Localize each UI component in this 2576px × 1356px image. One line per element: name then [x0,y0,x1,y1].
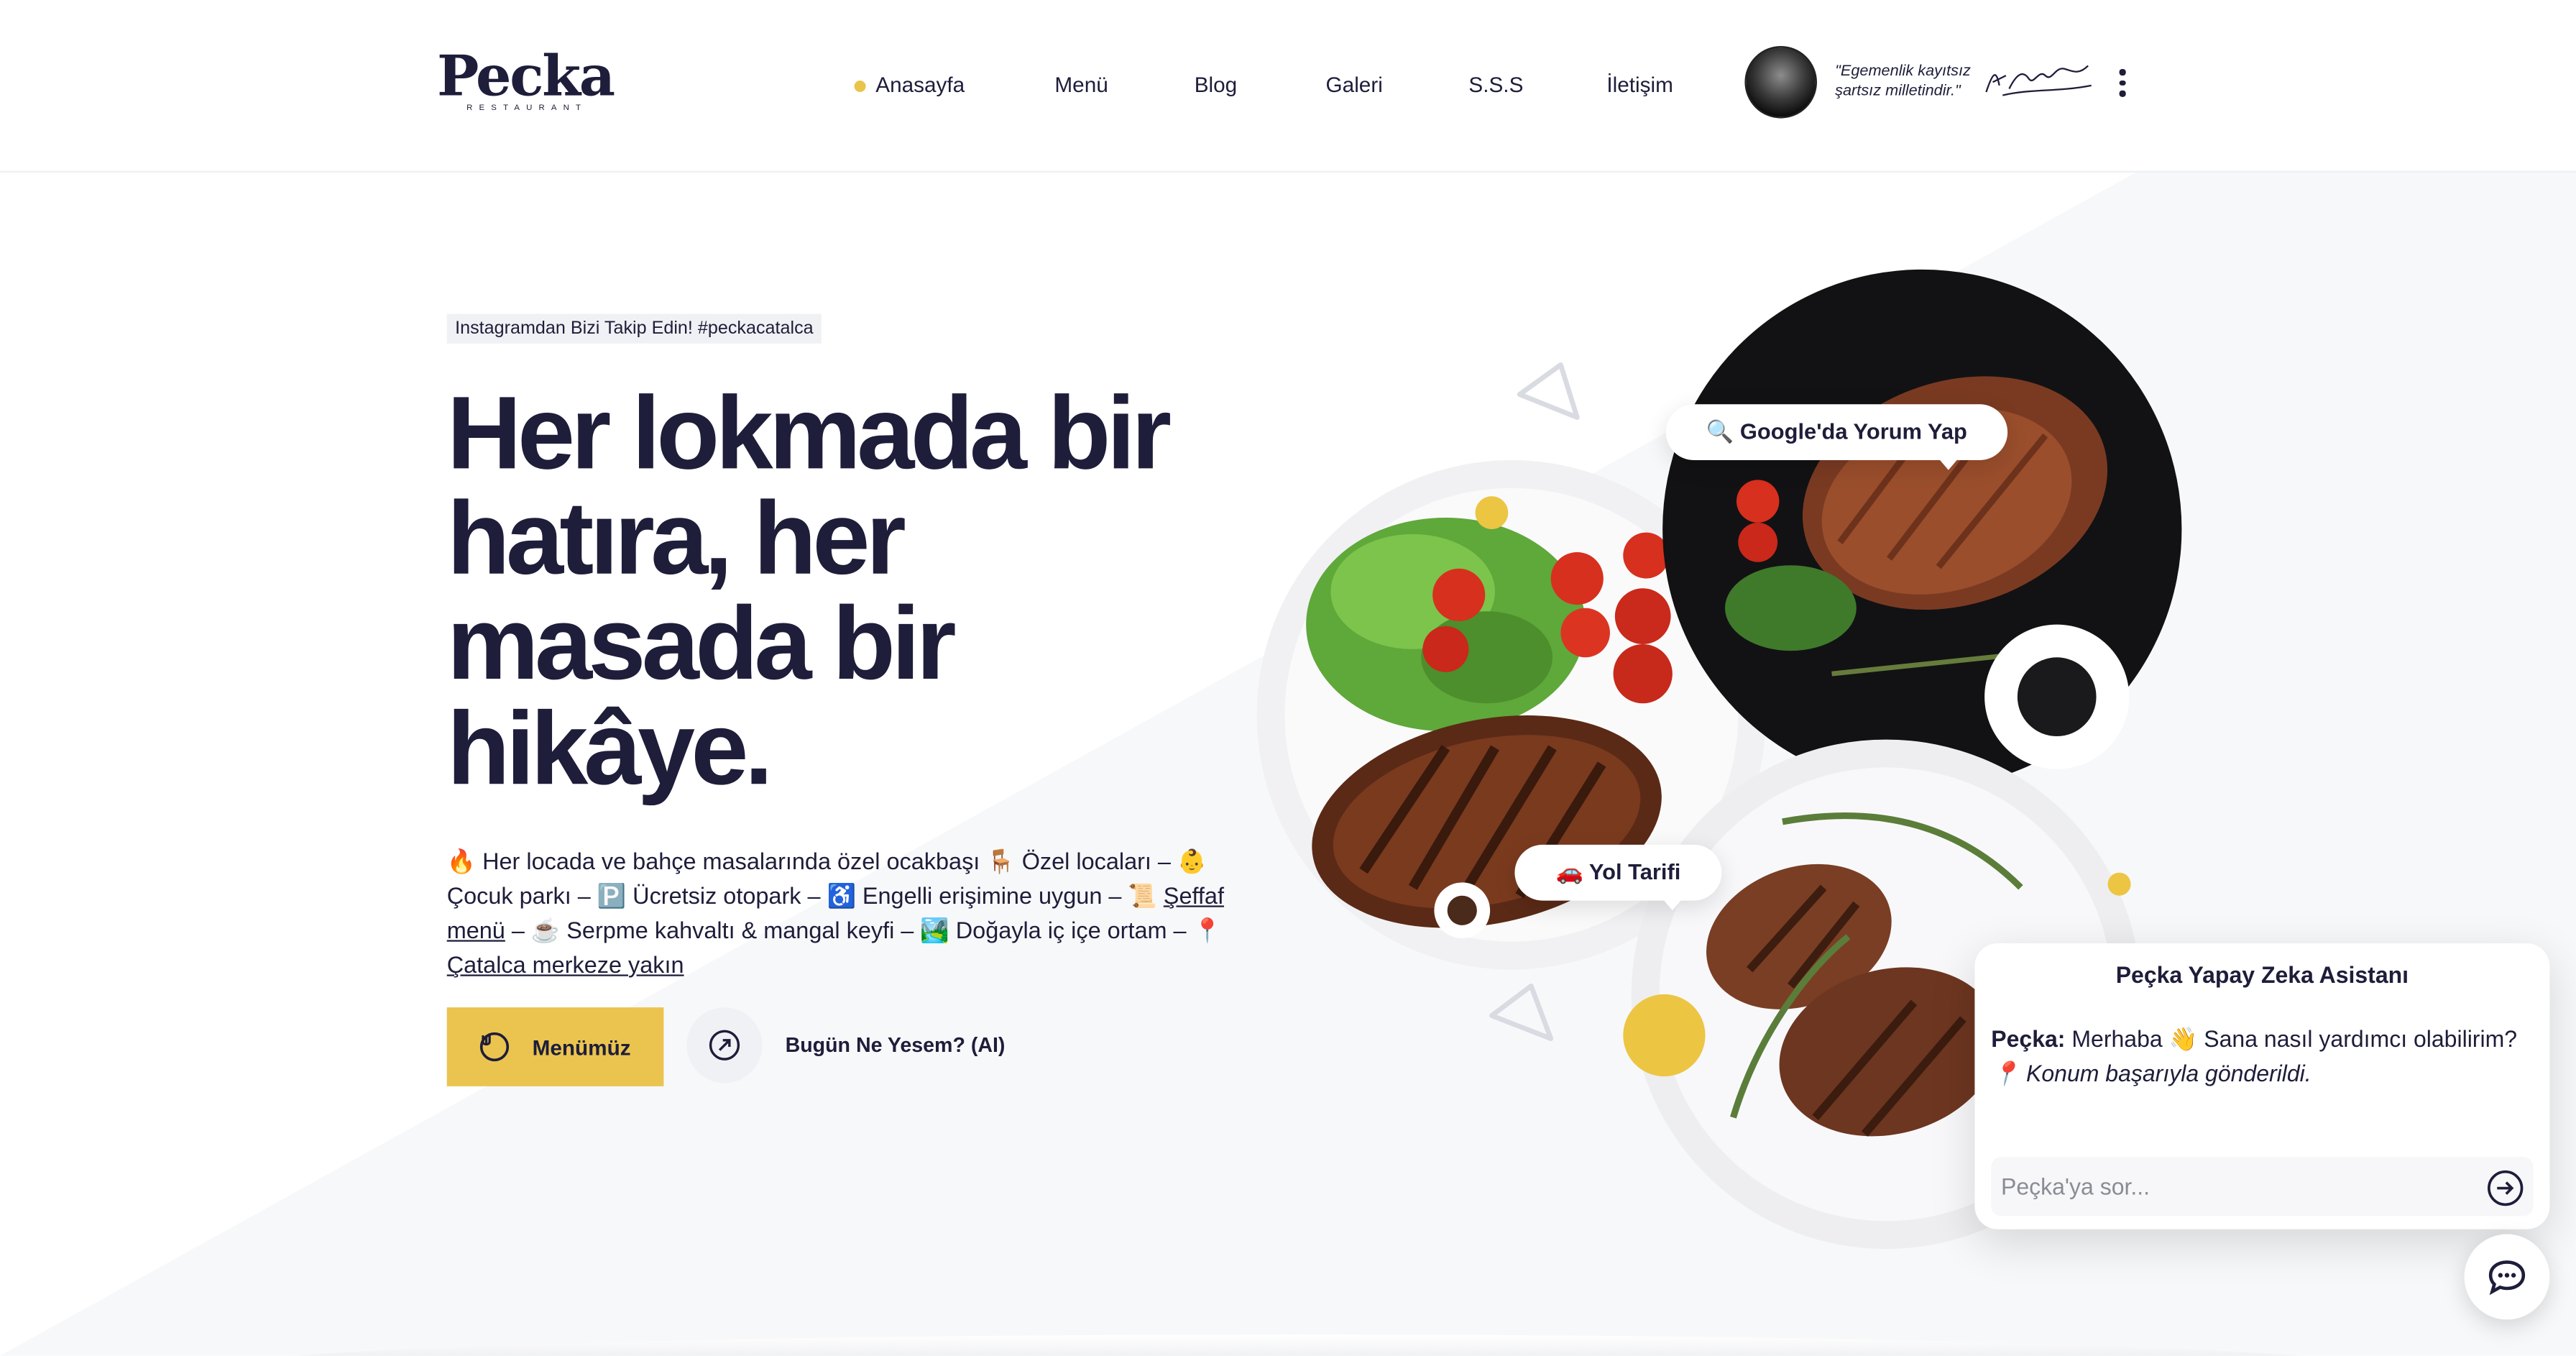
hero-headline: Her lokmada bir hatıra, her masada bir h… [447,381,1236,802]
directions-bubble[interactable]: 🚗 Yol Tarifi [1514,844,1722,911]
description-text: 🔥 Her locada ve bahçe masalarında özel o… [446,849,1207,911]
headline-line: hikâye. [446,692,773,807]
ai-chat-widget: Peçka Yapay Zeka Asistanı Peçka: Merhaba… [1974,943,2550,1229]
description-text: – ☕ Serpme kahvaltı & mangal keyfi – 🏞️ … [505,918,1222,945]
headline-line: Her lokmada bir [446,376,1172,492]
ai-suggest-icon-button[interactable] [686,1007,763,1084]
nav-item-menu[interactable]: Menü [1054,73,1108,97]
nav-label: Galeri [1325,72,1383,97]
headline-line: hatıra, her [446,481,906,597]
chat-input[interactable] [1991,1157,2534,1217]
chat-message: Peçka: Merhaba 👋 Sana nasıl yardımcı ola… [1991,1022,2536,1091]
quote-line-1: "Egemenlik kayıtsız [1835,62,1971,81]
nav-item-iletisim[interactable]: İletişim [1606,73,1673,97]
ataturk-portrait [1744,45,1817,119]
nav-item-sss[interactable]: S.S.S [1468,73,1523,97]
ataturk-quote: "Egemenlik kayıtsız şartsız milletindir.… [1835,63,1983,102]
chat-title: Peçka Yapay Zeka Asistanı [2115,961,2409,988]
location-link[interactable]: Çatalca merkeze yakın [447,953,684,980]
menu-button-label: Menümüz [532,1034,631,1060]
nav-label: Blog [1194,72,1238,97]
chat-sender: Peçka: [1991,1025,2066,1052]
active-indicator-dot [854,80,866,92]
ataturk-signature [1985,65,2092,96]
hero-description: 🔥 Her locada ve bahçe masalarında özel o… [447,846,1244,984]
nav-label: Menü [1054,72,1108,97]
compass-icon [709,1030,740,1060]
chat-bubble-icon [2488,1260,2526,1296]
nav-label: Anasayfa [875,72,965,97]
headline-line: masada bir [446,586,957,702]
quote-line-2: şartsız milletindir." [1835,82,1961,101]
kebab-menu-icon[interactable] [2110,68,2136,105]
nav-label: İletişim [1606,72,1673,97]
brand-logo[interactable]: Pecka RESTAURANT [437,50,634,122]
page: Pecka RESTAURANT Anasayfa Menü Blog Gale… [0,0,2576,1356]
send-arrow-icon[interactable] [2485,1168,2525,1208]
instagram-tag[interactable]: Instagramdan Bizi Takip Edin! #peckacata… [446,313,822,344]
menu-button[interactable]: Menümüz [446,1007,664,1086]
ai-suggest-link[interactable]: Bugün Ne Yesem? (AI) [786,1034,1006,1057]
nav-item-galeri[interactable]: Galeri [1326,73,1383,97]
google-review-bubble[interactable]: 🔍 Google'da Yorum Yap [1665,404,2008,470]
chat-message-text: Merhaba 👋 Sana nasıl yardımcı olabilirim… [2065,1025,2518,1052]
chat-toggle-button[interactable] [2464,1234,2550,1320]
nav-label: S.S.S [1468,72,1524,97]
nav-item-blog[interactable]: Blog [1195,73,1237,97]
nav-item-anasayfa[interactable]: Anasayfa [854,72,965,97]
chat-status: 📍 Konum başarıyla gönderildi. [1991,1060,2312,1086]
site-header: Pecka RESTAURANT Anasayfa Menü Blog Gale… [0,0,2576,173]
chef-hat-icon [479,1032,510,1062]
brand-name: Pecka [436,44,615,111]
